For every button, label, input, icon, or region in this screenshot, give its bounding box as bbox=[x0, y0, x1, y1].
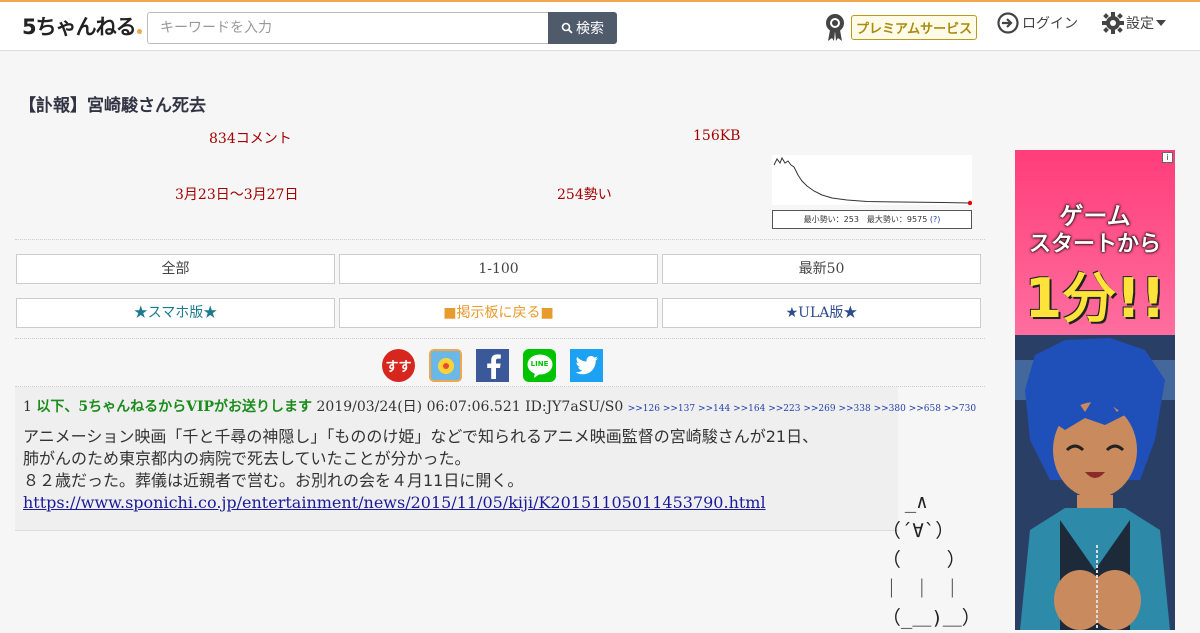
medal-icon bbox=[826, 14, 844, 41]
ascii-art-cat: _∧ （´∀`） （ ） ｜ ｜ ｜ （_＿)＿） bbox=[881, 491, 981, 629]
thread-title: 【訃報】宮崎駿さん死去 bbox=[19, 96, 206, 116]
ula-version-link[interactable]: ★ULA版★ bbox=[662, 298, 981, 328]
post-source-link[interactable]: https://www.sponichi.co.jp/entertainment… bbox=[23, 493, 766, 512]
back-to-board-link[interactable]: ■掲示板に戻る■ bbox=[339, 298, 658, 328]
ad-info-icon[interactable]: i bbox=[1162, 152, 1173, 163]
search-button[interactable]: 検索 bbox=[548, 12, 617, 44]
site-header: 5ちゃんねる 検索 プレミアムサービス ログイン 設定 bbox=[0, 0, 1200, 51]
graph-caption: 最小勢い：253 最大勢い：9575 (?) bbox=[772, 210, 972, 229]
graph-caption-text: 最小勢い：253 最大勢い：9575 bbox=[803, 215, 928, 224]
divider bbox=[15, 338, 985, 339]
post-number[interactable]: 1 bbox=[23, 399, 32, 415]
post-body-line: 肺がんのため東京都内の病院で死去していたことが分かった。 bbox=[23, 449, 471, 468]
post-author-name: 以下、5ちゃんねるからVIPがお送りします bbox=[36, 399, 313, 415]
post-reply-links[interactable]: >>126 >>137 >>144 >>164 >>223 >>269 >>33… bbox=[628, 404, 976, 414]
nav-all-button[interactable]: 全部 bbox=[16, 254, 335, 284]
facebook-icon[interactable] bbox=[476, 349, 509, 382]
caret-down-icon bbox=[1156, 20, 1166, 26]
line-icon[interactable]: LINE bbox=[523, 349, 556, 382]
smartphone-version-link[interactable]: ★スマホ版★ bbox=[16, 298, 335, 328]
susu-icon-text: すす bbox=[385, 360, 412, 375]
graph-help-link[interactable]: (?) bbox=[930, 215, 941, 224]
settings-label: 設定 bbox=[1126, 16, 1154, 32]
momentum-graph-line bbox=[773, 156, 971, 204]
comment-count: 834コメント bbox=[209, 131, 292, 147]
ad-headline-3: 1分!! bbox=[1024, 267, 1166, 330]
logo-text: 5ちゃんねる bbox=[22, 15, 137, 39]
divider bbox=[15, 239, 985, 240]
post-header: 1 以下、5ちゃんねるからVIPがお送りします 2019/03/24(日) 06… bbox=[23, 396, 976, 416]
post-body-line: アニメーション映画「千と千尋の神隠し」「もののけ姫」などで知られるアニメ映画監督… bbox=[23, 427, 819, 446]
premium-label: プレミアムサービス bbox=[851, 14, 978, 40]
site-logo[interactable]: 5ちゃんねる bbox=[22, 11, 142, 41]
post: 1 以下、5ちゃんねるからVIPがお送りします 2019/03/24(日) 06… bbox=[15, 387, 976, 531]
post-body-line: ８２歳だった。葬儀は近親者で営む。お別れの会を４月11日に開く。 bbox=[23, 471, 524, 490]
susu-icon[interactable]: すす bbox=[382, 349, 415, 382]
search-button-label: 検索 bbox=[576, 21, 604, 37]
bookmark-icon[interactable] bbox=[429, 349, 462, 382]
post-body: アニメーション映画「千と千尋の神隠し」「もののけ姫」などで知られるアニメ映画監督… bbox=[23, 426, 818, 514]
login-link[interactable]: ログイン bbox=[997, 12, 1078, 34]
twitter-icon[interactable] bbox=[570, 349, 603, 382]
search-icon bbox=[561, 22, 573, 34]
advertisement-banner[interactable]: i ゲーム スタートから 1分!! bbox=[1015, 150, 1175, 630]
login-label: ログイン bbox=[1022, 16, 1078, 32]
share-bar: すす LINE bbox=[382, 349, 603, 382]
thread-momentum: 254勢い bbox=[557, 187, 612, 203]
momentum-graph bbox=[772, 155, 972, 205]
nav-latest50-button[interactable]: 最新50 bbox=[662, 254, 981, 284]
premium-service-link[interactable]: プレミアムサービス bbox=[823, 12, 978, 42]
thread-period: 3月23日〜3月27日 bbox=[175, 187, 299, 203]
search-input[interactable] bbox=[147, 12, 549, 44]
gear-icon bbox=[1102, 12, 1124, 34]
bookmark-icon-graphic bbox=[437, 357, 454, 374]
login-icon bbox=[997, 12, 1019, 34]
nav-1-100-button[interactable]: 1-100 bbox=[339, 254, 658, 284]
line-icon-text: LINE bbox=[530, 360, 549, 368]
facebook-f-glyph bbox=[486, 353, 501, 379]
thread-size: 156KB bbox=[693, 128, 741, 144]
momentum-graph-end-dot bbox=[967, 200, 972, 205]
logo-dot bbox=[136, 29, 142, 34]
post-date: 2019/03/24(日) 06:07:06.521 ID:JY7aSU/S0 bbox=[316, 399, 624, 415]
settings-menu[interactable]: 設定 bbox=[1102, 12, 1166, 34]
twitter-bird-glyph bbox=[575, 355, 598, 374]
